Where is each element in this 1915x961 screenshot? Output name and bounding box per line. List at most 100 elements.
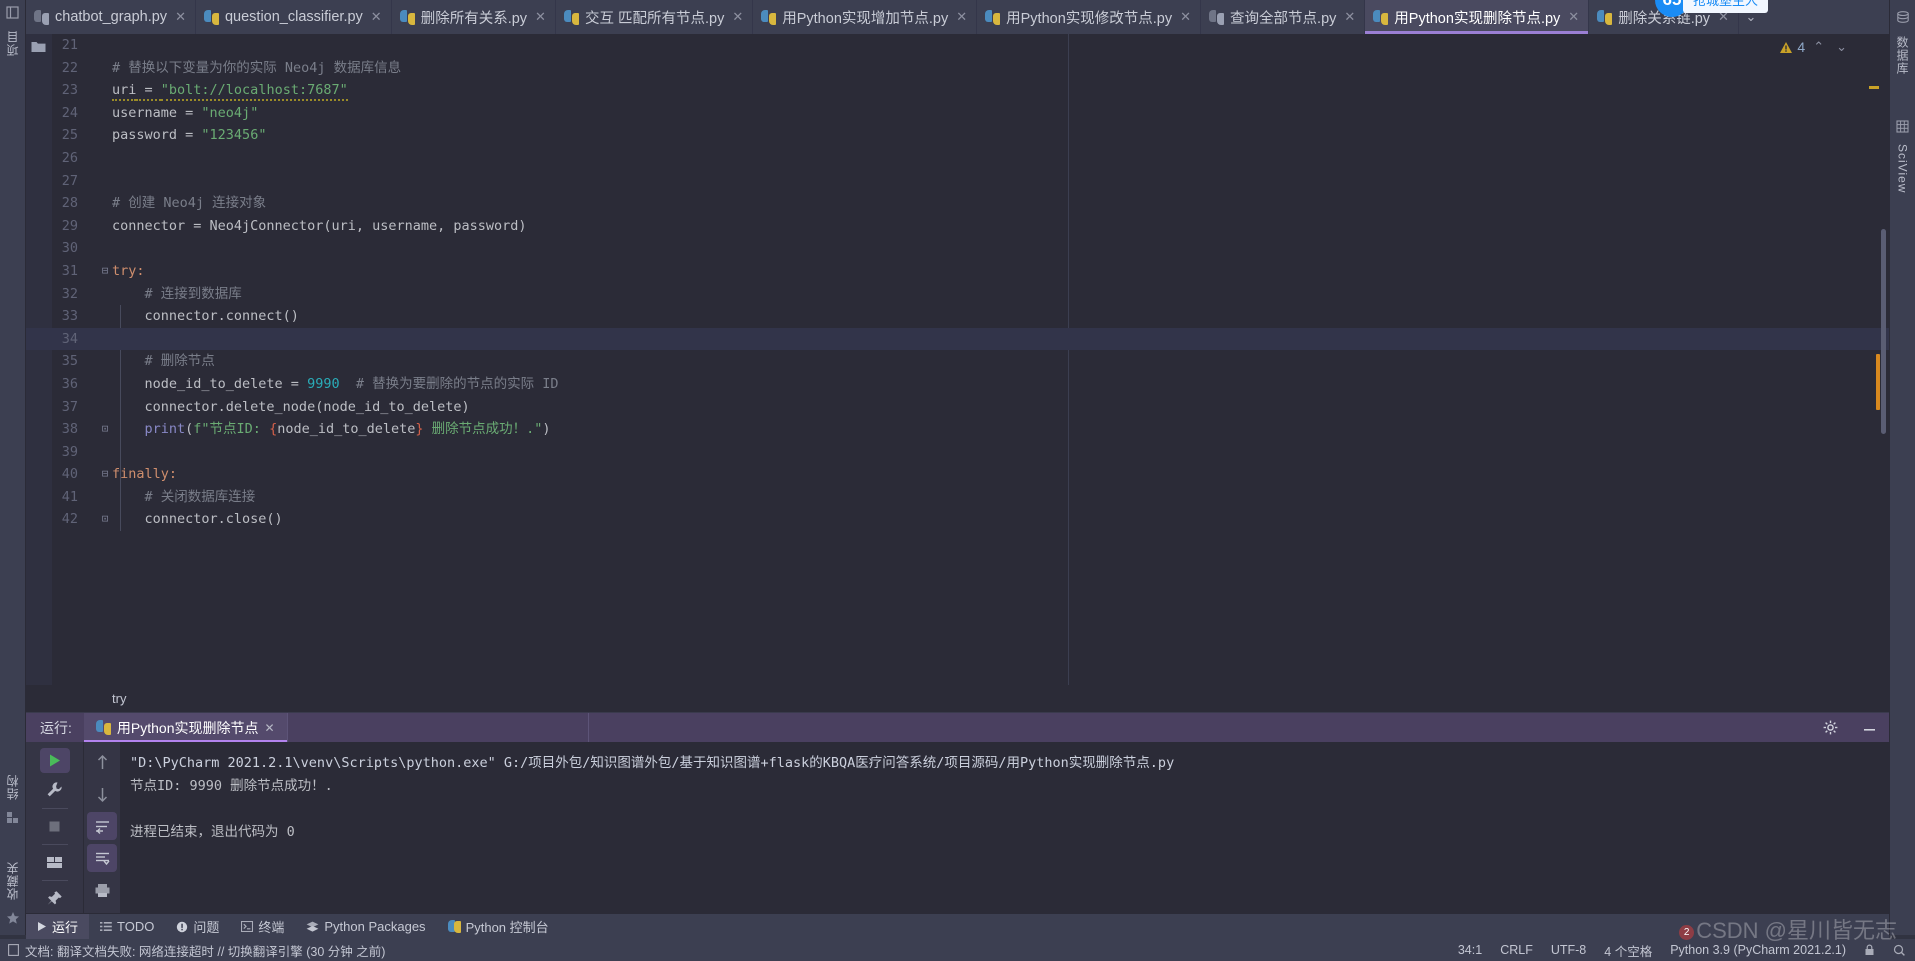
star-icon[interactable] xyxy=(6,911,20,925)
bottom-bar-label: 问题 xyxy=(193,917,219,936)
indent-setting[interactable]: 4 个空格 xyxy=(1604,941,1652,960)
code-line[interactable]: 40⊟finally: xyxy=(26,463,1889,486)
stop-square-icon[interactable] xyxy=(40,813,70,838)
scroll-end-icon[interactable] xyxy=(87,844,117,872)
code-line[interactable]: 29connector = Neo4jConnector(uri, userna… xyxy=(26,215,1889,238)
editor-tab-delete-node[interactable]: 用Python实现删除节点.py ✕ xyxy=(1365,0,1589,34)
line-number: 36 xyxy=(26,373,78,396)
pin-icon[interactable] xyxy=(40,886,70,911)
layout-icon[interactable] xyxy=(40,850,70,875)
code-line[interactable]: 39 xyxy=(26,441,1889,464)
tab-close-button[interactable]: ✕ xyxy=(535,9,546,25)
inspection-widget[interactable]: 4 ⌃ ⌄ xyxy=(1779,39,1851,55)
code-line[interactable]: 30 xyxy=(26,237,1889,260)
memory-indicator-icon[interactable] xyxy=(1893,944,1905,956)
code-line[interactable]: 24username = "neo4j" xyxy=(26,102,1889,125)
tab-close-button[interactable]: ✕ xyxy=(956,9,967,25)
run-configuration-tab[interactable]: 用Python实现删除节点 ✕ xyxy=(84,713,287,743)
code-line[interactable]: 32 # 连接到数据库 xyxy=(26,283,1889,306)
editor-tab-delete-relation-chain[interactable]: 删除关系链.py ✕ xyxy=(1589,0,1739,34)
code-fold-handle-icon[interactable]: ⊟ xyxy=(98,463,112,486)
code-line[interactable]: 35 # 删除节点 xyxy=(26,350,1889,373)
code-line[interactable]: 37 connector.delete_node(node_id_to_dele… xyxy=(26,396,1889,419)
bottom-bar-item-python-packages[interactable]: Python Packages xyxy=(295,914,436,940)
code-line[interactable]: 26 xyxy=(26,147,1889,170)
chevron-down-icon[interactable]: ⌄ xyxy=(1739,0,1763,34)
chevron-up-icon[interactable]: ⌃ xyxy=(1809,39,1828,55)
structure-icon[interactable] xyxy=(6,811,19,824)
python-file-icon xyxy=(564,10,579,25)
code-line[interactable]: 33 connector.connect() xyxy=(26,305,1889,328)
code-line[interactable]: 22# 替换以下变量为你的实际 Neo4j 数据库信息 xyxy=(26,57,1889,80)
code-editor[interactable]: 2122# 替换以下变量为你的实际 Neo4j 数据库信息23uri = "bo… xyxy=(26,34,1889,685)
code-fold-handle-icon[interactable]: ⊟ xyxy=(98,260,112,283)
code-fold-handle-icon[interactable]: ⊡ xyxy=(98,418,112,441)
editor-tab-modify-node[interactable]: 用Python实现修改节点.py ✕ xyxy=(977,0,1201,34)
bottom-bar-item-python-console[interactable]: Python 控制台 xyxy=(437,914,560,940)
rerun-button[interactable] xyxy=(40,748,70,773)
toolbar-separator xyxy=(42,844,68,845)
code-line[interactable]: 21 xyxy=(26,34,1889,57)
right-strip-item-database[interactable]: 数据库 xyxy=(1894,30,1911,81)
code-line[interactable]: 34 xyxy=(26,328,1889,351)
project-icon[interactable] xyxy=(6,6,19,19)
run-tab-close-button[interactable]: ✕ xyxy=(264,721,274,735)
left-strip-item-favorites[interactable]: 收藏夹 xyxy=(4,855,21,906)
lock-icon[interactable] xyxy=(1864,944,1875,956)
gear-icon[interactable] xyxy=(1811,720,1850,735)
bottom-bar-item-todo[interactable]: TODO xyxy=(89,914,165,940)
console-output[interactable]: "D:\PyCharm 2021.2.1\venv\Scripts\python… xyxy=(120,742,1889,913)
left-strip-item-project[interactable]: 项目 xyxy=(4,24,21,62)
code-fold-handle-icon[interactable]: ⊡ xyxy=(98,508,112,531)
python-interpreter[interactable]: Python 3.9 (PyCharm 2021.2.1) xyxy=(1670,943,1846,957)
minimize-icon[interactable] xyxy=(1850,720,1889,735)
code-line[interactable]: 23uri = "bolt://localhost:7687" xyxy=(26,79,1889,102)
editor-tab-chatbot-graph[interactable]: chatbot_graph.py ✕ xyxy=(26,0,196,34)
wrench-icon[interactable] xyxy=(40,777,70,802)
arrow-down-icon[interactable] xyxy=(87,780,117,808)
editor-tab-query-all-nodes[interactable]: 查询全部节点.py ✕ xyxy=(1201,0,1365,34)
editor-tab-delete-all-relations[interactable]: 删除所有关系.py ✕ xyxy=(392,0,556,34)
arrow-up-icon[interactable] xyxy=(87,748,117,776)
toolbar-separator xyxy=(42,808,68,809)
editor-tab-question-classifier[interactable]: question_classifier.py ✕ xyxy=(196,0,392,34)
code-line[interactable]: 27 xyxy=(26,170,1889,193)
printer-icon[interactable] xyxy=(87,876,117,904)
bottom-bar-item-terminal[interactable]: 终端 xyxy=(230,914,295,940)
code-line[interactable]: 41 # 关闭数据库连接 xyxy=(26,486,1889,509)
database-icon[interactable] xyxy=(1896,11,1910,25)
editor-tab-add-node[interactable]: 用Python实现增加节点.py ✕ xyxy=(753,0,977,34)
editor-tab-match-all-nodes[interactable]: 交互 匹配所有节点.py ✕ xyxy=(556,0,753,34)
tab-close-button[interactable]: ✕ xyxy=(1568,9,1579,25)
left-strip-item-structure[interactable]: 结构 xyxy=(4,768,21,806)
tab-label: 用Python实现增加节点.py xyxy=(782,7,948,28)
code-line[interactable]: 42⊡ connector.close() xyxy=(26,508,1889,531)
tab-close-button[interactable]: ✕ xyxy=(175,9,186,25)
problems-icon xyxy=(176,921,188,933)
caret-position[interactable]: 34:1 xyxy=(1458,943,1482,957)
tab-close-button[interactable]: ✕ xyxy=(1718,9,1729,25)
code-line[interactable]: 38⊡ print(f"节点ID: {node_id_to_delete} 删除… xyxy=(26,418,1889,441)
file-encoding[interactable]: UTF-8 xyxy=(1551,943,1586,957)
error-stripe-marker[interactable] xyxy=(1869,86,1879,89)
code-lines-container[interactable]: 2122# 替换以下变量为你的实际 Neo4j 数据库信息23uri = "bo… xyxy=(26,34,1889,685)
code-line[interactable]: 28# 创建 Neo4j 连接对象 xyxy=(26,192,1889,215)
line-separator[interactable]: CRLF xyxy=(1500,943,1533,957)
editor-scrollbar-thumb[interactable] xyxy=(1881,229,1886,434)
status-message[interactable]: 文档: 翻译文档失败: 网络连接超时 // 切换翻译引擎 (30 分钟 之前) xyxy=(25,941,385,960)
code-line[interactable]: 36 node_id_to_delete = 9990 # 替换为要删除的节点的… xyxy=(26,373,1889,396)
tab-close-button[interactable]: ✕ xyxy=(1344,9,1355,25)
console-exit-line: 进程已结束，退出代码为 0 xyxy=(130,824,295,840)
code-line[interactable]: 25password = "123456" xyxy=(26,124,1889,147)
code-line[interactable]: 31⊟try: xyxy=(26,260,1889,283)
bottom-bar-item-problems[interactable]: 问题 xyxy=(165,914,230,940)
tab-close-button[interactable]: ✕ xyxy=(371,9,382,25)
breadcrumb[interactable]: try xyxy=(26,685,1889,712)
tab-close-button[interactable]: ✕ xyxy=(1180,9,1191,25)
bottom-bar-item-run[interactable]: 运行 xyxy=(26,914,89,940)
right-strip-item-sciview[interactable]: SciView xyxy=(1896,138,1910,199)
tab-close-button[interactable]: ✕ xyxy=(732,9,743,25)
chevron-down-icon[interactable]: ⌄ xyxy=(1832,39,1851,55)
sciview-grid-icon[interactable] xyxy=(1896,120,1909,133)
wrap-text-icon[interactable] xyxy=(87,812,117,840)
